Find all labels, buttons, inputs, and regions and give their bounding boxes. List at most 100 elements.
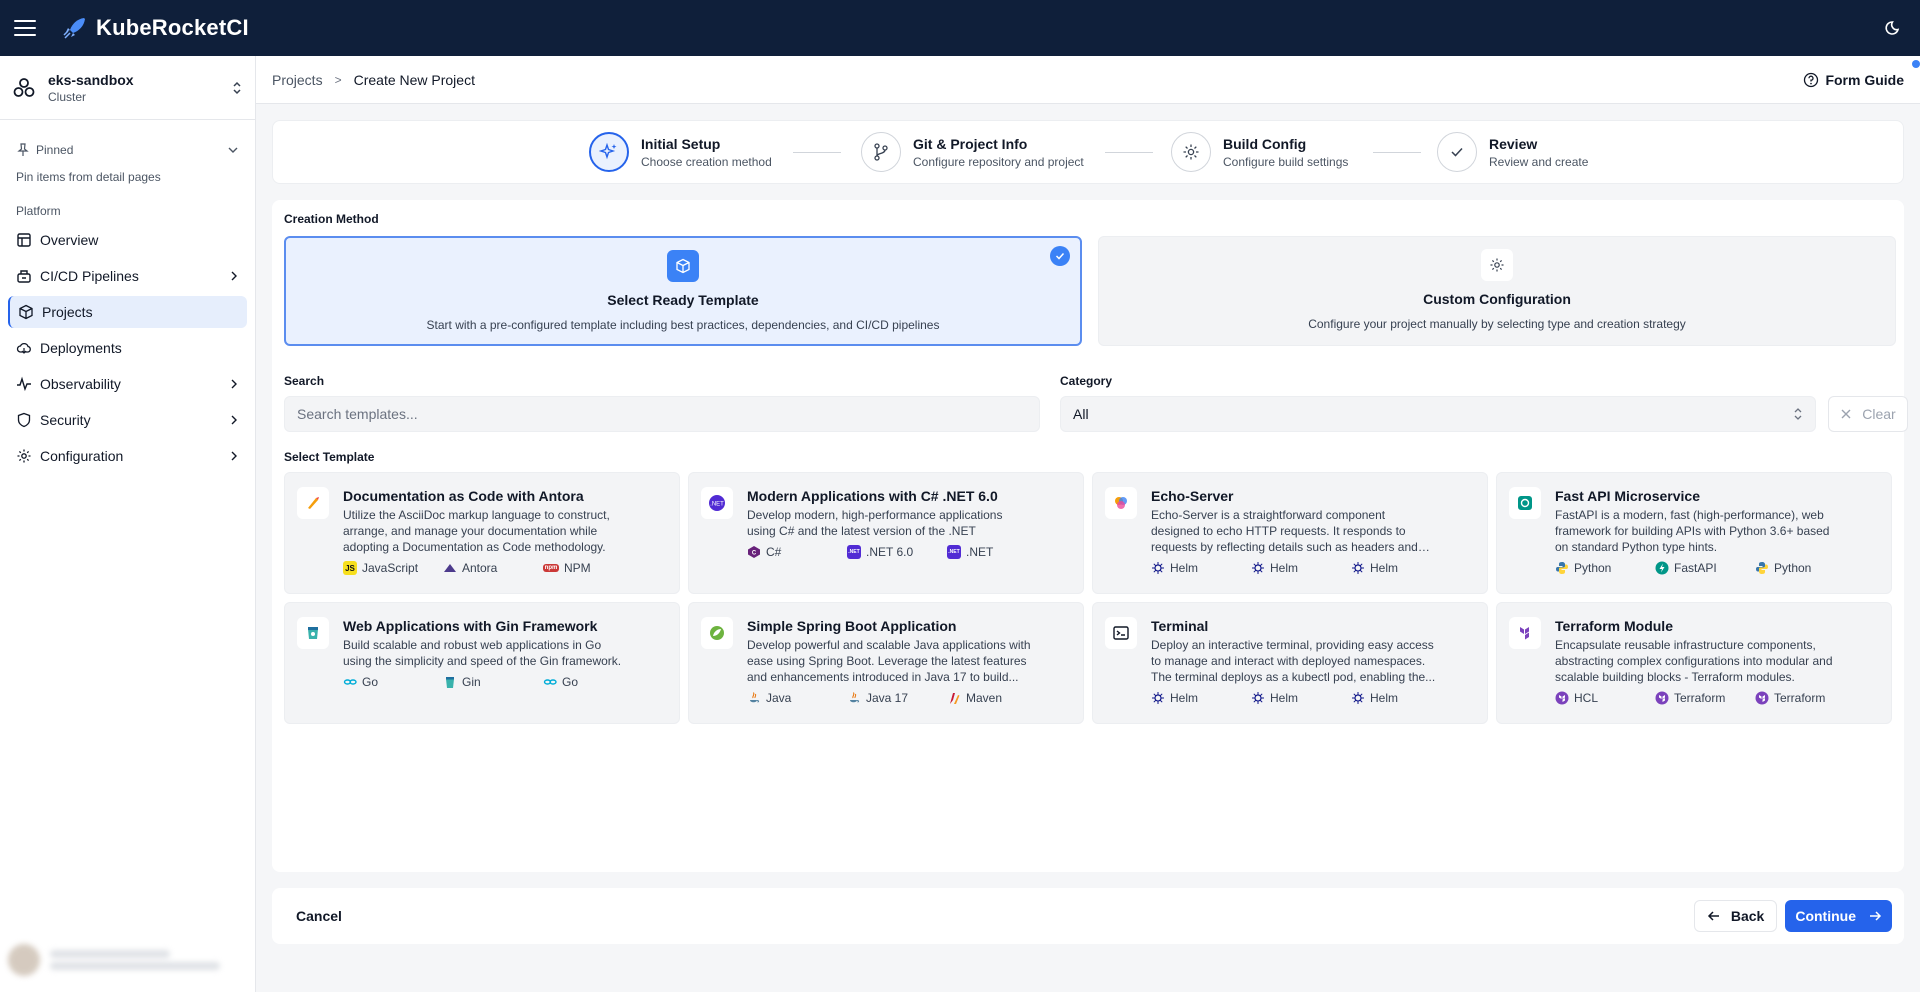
continue-button[interactable]: Continue	[1785, 900, 1892, 932]
form-guide-button[interactable]: Form Guide	[1803, 59, 1920, 88]
search-input[interactable]	[284, 396, 1040, 432]
spring-logo-icon	[701, 617, 733, 649]
helm-icon	[1252, 562, 1264, 574]
template-tags: Helm Helm Helm	[1151, 561, 1475, 575]
cluster-switcher[interactable]: eks-sandbox Cluster	[0, 56, 255, 120]
template-card-dotnet[interactable]: .NET Modern Applications with C# .NET 6.…	[688, 472, 1084, 594]
step-name: Git & Project Info	[913, 135, 1028, 152]
template-title: Web Applications with Gin Framework	[343, 618, 598, 634]
gear-icon	[1171, 132, 1211, 172]
shield-icon	[17, 412, 31, 428]
helm-icon	[1252, 692, 1264, 704]
antora-logo-icon	[297, 487, 329, 519]
sidebar-item-deployments[interactable]: Deployments	[8, 332, 247, 364]
antora-icon	[444, 564, 456, 572]
main-content: Projects > Create New Project Form Guide…	[256, 56, 1920, 992]
sidebar-item-observability[interactable]: Observability	[8, 368, 247, 400]
pinned-hint: Pin items from detail pages	[16, 170, 161, 184]
back-button[interactable]: Back	[1693, 900, 1778, 932]
tag: .NET .NET	[947, 545, 994, 559]
maven-icon	[950, 693, 960, 704]
theme-toggle-icon[interactable]	[1884, 18, 1904, 38]
help-circle-icon	[1804, 72, 1819, 87]
template-tags: Java Java 17 Maven	[747, 691, 1071, 705]
tag: Java	[747, 691, 847, 705]
python-icon	[1756, 562, 1768, 574]
template-card-echo-server[interactable]: Echo-Server Echo-Server is a straightfor…	[1092, 472, 1488, 594]
user-profile-blurred[interactable]	[8, 940, 244, 980]
template-desc: Develop powerful and scalable Java appli…	[747, 638, 1031, 684]
clear-button[interactable]: Clear	[1828, 396, 1908, 432]
cluster-icon	[13, 77, 35, 97]
java-icon	[850, 692, 860, 703]
javascript-icon: JS	[343, 561, 357, 575]
box-icon	[19, 304, 33, 320]
tag: .NET .NET 6.0	[847, 545, 914, 559]
category-select[interactable]: All	[1060, 396, 1816, 432]
sidebar-item-projects[interactable]: Projects	[8, 296, 247, 328]
tag: FastAPI	[1655, 561, 1755, 575]
helm-icon	[1352, 562, 1364, 574]
sidebar-item-security[interactable]: Security	[8, 404, 247, 436]
cluster-type: Cluster	[48, 89, 87, 104]
method-ready-template[interactable]: Select Ready Template Start with a pre-c…	[284, 236, 1082, 346]
chevron-right-icon	[231, 451, 237, 461]
notification-dot	[1912, 59, 1920, 68]
terraform-icon	[1655, 691, 1669, 705]
step-connector	[1373, 152, 1421, 153]
close-icon	[1841, 409, 1851, 419]
step-review[interactable]: Review Review and create	[1437, 132, 1588, 172]
csharp-icon: C	[748, 546, 760, 558]
gear-icon	[17, 449, 31, 463]
arrow-left-icon	[1707, 911, 1719, 921]
template-title: Modern Applications with C# .NET 6.0	[747, 488, 998, 504]
git-branch-icon	[861, 132, 901, 172]
chevron-right-icon	[231, 415, 237, 425]
breadcrumb-current: Create New Project	[353, 71, 475, 88]
template-title: Fast API Microservice	[1555, 488, 1700, 504]
pinned-toggle[interactable]: Pinned	[0, 140, 255, 160]
template-card-antora[interactable]: Documentation as Code with Antora Utiliz…	[284, 472, 680, 594]
check-icon	[1437, 132, 1477, 172]
template-card-spring-boot[interactable]: Simple Spring Boot Application Develop p…	[688, 602, 1084, 724]
template-title: Terraform Module	[1555, 618, 1673, 634]
template-desc: Encapsulate reusable infrastructure comp…	[1555, 638, 1833, 684]
sidebar-item-label: Configuration	[40, 448, 124, 464]
method-custom-configuration[interactable]: Custom Configuration Configure your proj…	[1098, 236, 1896, 346]
tag: Gin	[443, 675, 543, 689]
template-card-fastapi[interactable]: Fast API Microservice FastAPI is a moder…	[1496, 472, 1892, 594]
cloud-icon	[16, 342, 31, 354]
step-git-project-info[interactable]: Git & Project Info Configure repository …	[861, 132, 1084, 172]
overview-icon	[17, 233, 31, 247]
selected-check-icon	[1050, 246, 1070, 266]
sidebar-item-label: Projects	[42, 304, 93, 320]
sidebar-item-overview[interactable]: Overview	[8, 224, 247, 256]
brand[interactable]: KubeRocketCI	[62, 15, 249, 41]
search-label: Search	[284, 374, 325, 388]
template-card-terminal[interactable]: Terminal Deploy an interactive terminal,…	[1092, 602, 1488, 724]
sidebar-item-cicd-pipelines[interactable]: CI/CD Pipelines	[8, 260, 247, 292]
template-tags: Go Gin Go	[343, 675, 667, 689]
helm-icon	[1152, 562, 1164, 574]
template-desc: Build scalable and robust web applicatio…	[343, 638, 622, 668]
sidebar: eks-sandbox Cluster Pinned Pin items fro…	[0, 56, 256, 992]
breadcrumb-projects-link[interactable]: Projects	[272, 72, 323, 88]
cancel-button[interactable]: Cancel	[284, 900, 354, 932]
category-value: All	[1073, 406, 1089, 422]
sidebar-item-configuration[interactable]: Configuration	[8, 440, 247, 472]
template-card-gin[interactable]: Web Applications with Gin Framework Buil…	[284, 602, 680, 724]
tag: Helm	[1351, 691, 1451, 705]
step-initial-setup[interactable]: Initial Setup Choose creation method	[589, 132, 772, 172]
step-name: Build Config	[1223, 135, 1307, 152]
back-label: Back	[1730, 908, 1765, 924]
template-card-terraform[interactable]: Terraform Module Encapsulate reusable in…	[1496, 602, 1892, 724]
breadcrumb: Projects > Create New Project Form Guide	[256, 56, 1920, 104]
template-desc: Develop modern, high-performance applica…	[747, 508, 1003, 538]
gin-icon	[446, 677, 454, 688]
top-bar: KubeRocketCI	[0, 0, 1920, 56]
menu-icon[interactable]	[14, 20, 36, 36]
step-build-config[interactable]: Build Config Configure build settings	[1171, 132, 1348, 172]
sidebar-nav: Overview CI/CD Pipelines Projects Deploy…	[0, 224, 255, 472]
app-title: KubeRocketCI	[96, 15, 249, 40]
step-connector	[1105, 152, 1153, 153]
